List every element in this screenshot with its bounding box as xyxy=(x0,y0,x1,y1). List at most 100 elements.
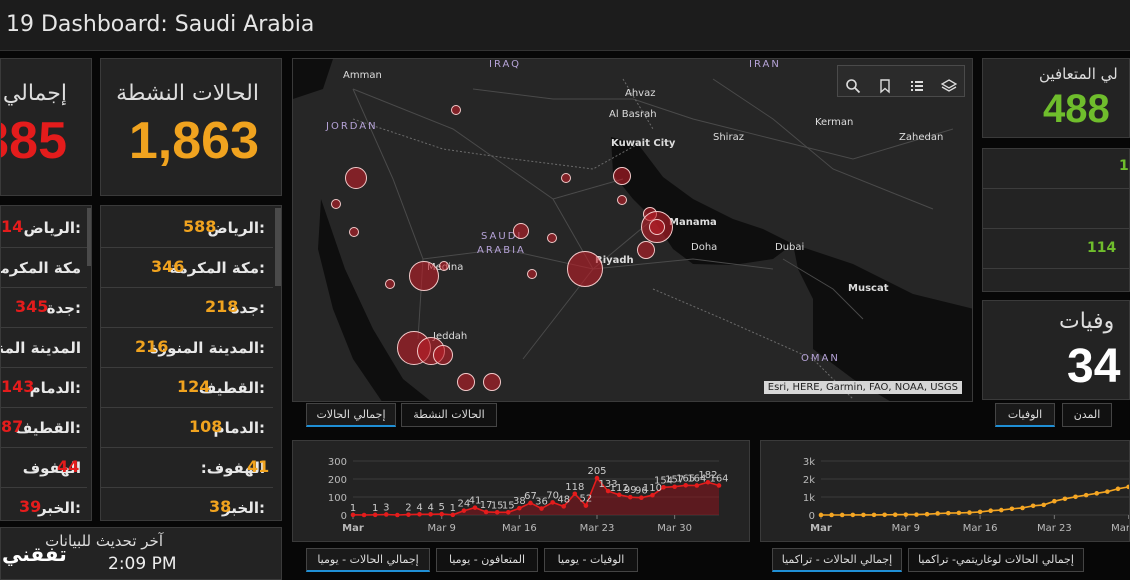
data-point xyxy=(1062,496,1068,502)
data-point xyxy=(839,512,845,518)
data-point xyxy=(1115,486,1121,492)
y-tick-label: 100 xyxy=(328,493,347,504)
country-label-jordan: JORDAN xyxy=(326,121,378,132)
case-bubble[interactable] xyxy=(433,345,453,365)
data-point xyxy=(1073,494,1078,500)
case-bubble[interactable] xyxy=(617,195,627,205)
data-point xyxy=(956,510,962,516)
list-item: جدة: 218 xyxy=(101,288,273,328)
total-cases-city-list[interactable]: الرياض: 14 مكة المكرمة جدة: 345 المدينة ال… xyxy=(0,205,92,521)
list-item: 114 xyxy=(1087,240,1117,256)
cumulative-cases-chart-panel: 0 1k 2k 3k Mar Mar 9 Mar 16 Mar 23 Mar 30 xyxy=(760,440,1130,542)
watermark-logo: تفقني xyxy=(2,542,67,566)
bookmark-icon[interactable] xyxy=(876,78,894,96)
data-point xyxy=(1094,491,1100,496)
data-point xyxy=(967,510,972,515)
case-bubble[interactable] xyxy=(567,251,603,287)
case-bubble[interactable] xyxy=(451,105,461,115)
tab-active-cases[interactable]: الحالات النشطة xyxy=(401,403,497,427)
list-item: الدمام: 143 xyxy=(1,368,87,408)
case-bubble[interactable] xyxy=(649,219,665,235)
list-item: المدينة المنورة: 216 xyxy=(101,328,273,368)
case-bubble[interactable] xyxy=(637,241,655,259)
layers-icon[interactable] xyxy=(940,78,958,96)
tab-cumulative-cases[interactable]: إجمالي الحالات - تراكميا xyxy=(772,548,902,572)
tab-daily-deaths[interactable]: الوفيات - يوميا xyxy=(544,548,638,572)
tab-daily-total-cases[interactable]: إجمالي الحالات - يوميا xyxy=(306,548,430,572)
case-bubble[interactable] xyxy=(345,167,367,189)
city-label: Muscat xyxy=(848,283,889,294)
list-item: :الهفوف 41 xyxy=(101,448,273,488)
case-bubble[interactable] xyxy=(613,167,631,185)
x-tick-label: Mar 30 xyxy=(1111,523,1130,534)
x-tick-label: Mar xyxy=(810,523,832,534)
active-cases-city-list[interactable]: الرياض: 588 مكة المكرمة: 346 جدة: 218 المدي… xyxy=(100,205,282,521)
recovered-city-list[interactable]: 1 114 xyxy=(982,148,1130,292)
case-bubble[interactable] xyxy=(385,279,395,289)
scrollbar[interactable] xyxy=(87,208,91,266)
tab-total-cases[interactable]: إجمالي الحالات xyxy=(306,403,396,427)
case-bubble[interactable] xyxy=(409,261,439,291)
data-point xyxy=(1105,489,1110,494)
data-point xyxy=(1030,503,1036,509)
active-cases-panel: الحالات النشطة 1,863 xyxy=(100,58,282,196)
city-label: Ahvaz xyxy=(625,88,656,99)
case-bubble[interactable] xyxy=(349,227,359,237)
page-title: 19 Dashboard: Saudi Arabia xyxy=(6,12,315,37)
tab-cumulative-log-cases[interactable]: إجمالي الحالات لوغاريتمي- تراكميا xyxy=(908,548,1084,572)
series-line xyxy=(821,485,1129,516)
list-item: مكة المكرمة: 346 xyxy=(101,248,273,288)
tab-daily-recovered[interactable]: المتعافون - يوميا xyxy=(436,548,538,572)
last-update-time: 2:09 PM xyxy=(108,554,177,574)
data-point xyxy=(1083,492,1089,498)
case-bubble[interactable] xyxy=(331,199,341,209)
cumulative-cases-chart: 0 1k 2k 3k Mar Mar 9 Mar 16 Mar 23 Mar 30 xyxy=(803,457,1130,534)
country-label-iraq: IRAQ xyxy=(489,59,522,70)
list-item: مكة المكرمة xyxy=(1,248,87,288)
case-bubble[interactable] xyxy=(483,373,501,391)
recovered-value: 488 xyxy=(1043,87,1110,131)
tab-cities[interactable]: المدن xyxy=(1062,403,1112,427)
case-bubble[interactable] xyxy=(547,233,557,243)
list-item xyxy=(983,189,1129,229)
data-point xyxy=(882,512,887,518)
map-view[interactable]: IRAQ IRAN JORDAN SAUDI ARABIA OMAN Amman… xyxy=(292,58,973,402)
data-point xyxy=(924,511,930,517)
data-label: 164 xyxy=(709,473,728,484)
data-label: 5 xyxy=(439,502,445,513)
country-label-arabia: ARABIA xyxy=(477,245,526,256)
data-label: 48 xyxy=(557,494,570,505)
data-point xyxy=(829,512,834,518)
case-bubble[interactable] xyxy=(561,173,571,183)
data-label: 4 xyxy=(416,502,422,513)
country-label-iran: IRAN xyxy=(749,59,781,70)
tab-deaths[interactable]: الوفيات xyxy=(995,403,1055,427)
list-icon[interactable] xyxy=(908,78,926,96)
deaths-label: وفيات xyxy=(1059,309,1115,334)
data-point xyxy=(903,512,909,517)
data-label: 52 xyxy=(580,494,593,505)
header-bar: 19 Dashboard: Saudi Arabia xyxy=(0,0,1130,51)
list-item: القطيف: 87 xyxy=(1,408,87,448)
data-point xyxy=(395,512,400,518)
list-item: الهفوف 44 xyxy=(1,448,87,488)
daily-cases-chart: 0100200300Mar Mar 9 Mar 16 Mar 23 Mar 301 1 3 2… xyxy=(328,457,729,534)
gulf-of-oman-shape xyxy=(793,244,972,401)
data-label: 118 xyxy=(565,482,584,493)
scrollbar[interactable] xyxy=(275,208,281,286)
data-point xyxy=(999,507,1004,513)
search-icon[interactable] xyxy=(844,78,862,96)
data-label: 1 xyxy=(350,503,356,514)
case-bubble[interactable] xyxy=(513,223,529,239)
x-tick-label: Mar 30 xyxy=(657,523,692,534)
case-bubble[interactable] xyxy=(527,269,537,279)
data-point xyxy=(1020,505,1025,511)
total-cases-panel: إجمالي 385 xyxy=(0,58,92,196)
case-bubble[interactable] xyxy=(457,373,475,391)
city-label: Manama xyxy=(669,217,717,228)
x-tick-label: Mar 23 xyxy=(580,523,615,534)
city-label: Dubai xyxy=(775,242,805,253)
data-label: 2 xyxy=(405,503,411,514)
list-item: الدمام: 108 xyxy=(101,408,273,448)
case-bubble[interactable] xyxy=(439,261,449,271)
